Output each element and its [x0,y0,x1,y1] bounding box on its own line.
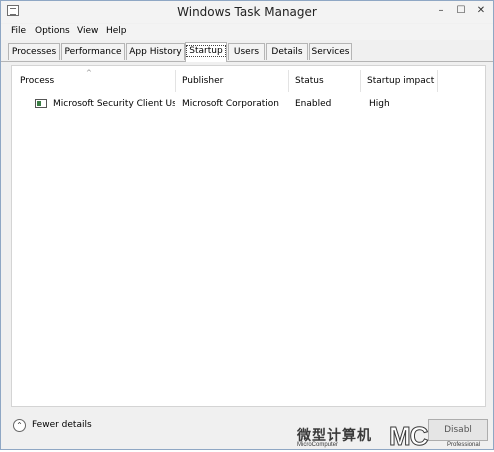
column-header-startup-impact-label: Startup impact [367,76,435,86]
chevron-up-icon[interactable]: ⌃ [13,419,26,432]
row-startup-impact: High [369,99,390,109]
menu-help[interactable]: Help [106,26,127,36]
tab-startup[interactable]: Startup [185,42,227,62]
tab-app-history[interactable]: App History [126,43,185,60]
row-status: Enabled [295,99,332,109]
sort-ascending-icon: ^ [86,69,92,77]
startup-panel: ^ Process Publisher Status Startup impac… [11,65,486,407]
tab-details-label: Details [271,47,303,57]
publisher-watermark: 微型计算机 MC MicroComputer Professional [297,421,493,452]
task-manager-window: Windows Task Manager – ☐ ✕ File Options … [0,0,494,452]
tab-startup-label: Startup [186,45,226,57]
tab-app-history-label: App History [129,47,182,57]
minimize-icon[interactable]: – [431,3,451,19]
tab-performance[interactable]: Performance [61,43,125,60]
column-header-publisher-label: Publisher [182,76,224,86]
tab-performance-label: Performance [64,47,122,57]
title-bar[interactable]: Windows Task Manager – ☐ ✕ [1,1,493,23]
column-header-status-label: Status [295,76,324,86]
watermark-subtitle-2: Professional [447,442,481,448]
tab-users[interactable]: Users [228,43,265,60]
close-icon[interactable]: ✕ [471,3,491,19]
column-header-publisher[interactable]: Publisher [176,70,289,92]
tab-bar: Processes Performance App History Startu… [1,42,493,62]
row-process: Microsoft Security Client Us... [53,99,175,109]
tab-services[interactable]: Services [309,43,352,60]
table-row[interactable]: Microsoft Security Client Us... Microsof… [16,96,481,112]
tab-services-label: Services [311,47,350,57]
menu-view[interactable]: View [77,26,98,36]
column-header-startup-impact[interactable]: Startup impact [361,70,438,92]
column-header-process[interactable]: ^ Process [14,69,176,92]
watermark-subtitle: MicroComputer [297,442,339,448]
tab-processes-label: Processes [11,47,57,57]
column-header-process-label: Process [20,76,55,86]
program-icon [35,99,47,108]
window-title: Windows Task Manager [177,5,317,19]
fewer-details-link[interactable]: Fewer details [32,420,92,430]
menu-file[interactable]: File [11,26,26,36]
tab-details[interactable]: Details [266,43,308,60]
row-publisher: Microsoft Corporation [182,99,279,109]
tab-processes[interactable]: Processes [8,43,60,60]
menu-options[interactable]: Options [35,26,70,36]
column-header-status[interactable]: Status [289,70,361,92]
maximize-icon[interactable]: ☐ [451,3,471,19]
watermark-logo: MC [388,421,428,452]
tab-users-label: Users [233,47,260,57]
menu-bar: File Options View Help [1,24,493,40]
